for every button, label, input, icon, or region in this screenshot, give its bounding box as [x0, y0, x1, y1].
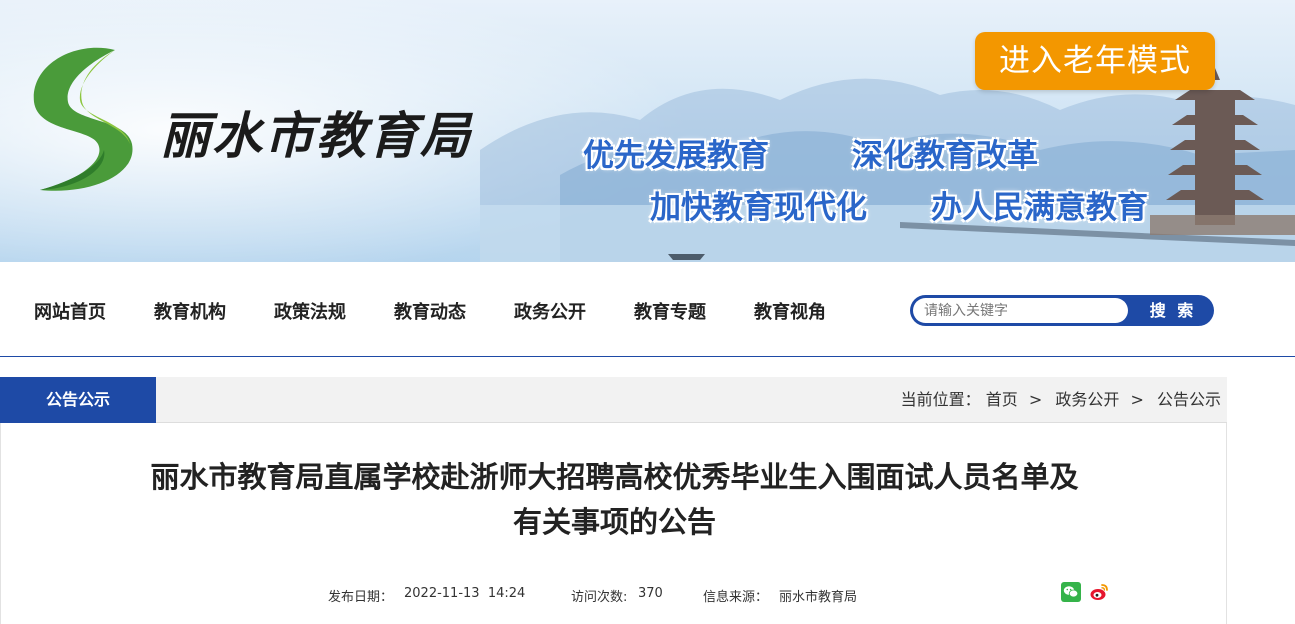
slogan-3: 加快教育现代化 [650, 190, 867, 226]
section-tab-announcements[interactable]: 公告公示 [0, 377, 156, 423]
site-title: 丽水市教育局 [160, 106, 472, 165]
search-input[interactable] [913, 298, 1128, 323]
breadcrumb-announcements[interactable]: 公告公示 [1157, 377, 1221, 423]
article: 丽水市教育局直属学校赴浙师大招聘高校优秀毕业生入围面试人员名单及 有关事项的公告… [0, 423, 1227, 624]
breadcrumb-separator: > [1130, 390, 1144, 409]
section-bar: 公告公示 当前位置： 首页 > 政务公开 > 公告公示 [0, 377, 1227, 423]
elder-mode-button[interactable]: 进入老年模式 [975, 32, 1215, 90]
source-label: 信息来源： [703, 590, 769, 605]
nav-item-gov-affairs[interactable]: 政务公开 [514, 298, 586, 324]
source-value: 丽水市教育局 [779, 590, 858, 605]
search-button[interactable]: 搜 索 [1132, 295, 1214, 326]
header-banner: 丽水市教育局 优先发展教育 深化教育改革 加快教育现代化 办人民满意教育 进入老… [0, 0, 1295, 262]
breadcrumb-separator: > [1028, 390, 1043, 409]
article-title-line-1: 丽水市教育局直属学校赴浙师大招聘高校优秀毕业生入围面试人员名单及 [150, 460, 1079, 494]
nav-item-news[interactable]: 教育动态 [394, 298, 466, 324]
breadcrumb-gov-affairs[interactable]: 政务公开 [1055, 377, 1119, 423]
nav-item-institutions[interactable]: 教育机构 [154, 298, 226, 324]
search-box: 搜 索 [910, 295, 1214, 326]
breadcrumb: 当前位置： 首页 > 政务公开 > 公告公示 [901, 377, 1221, 423]
main-nav: 网站首页 教育机构 政策法规 教育动态 政务公开 教育专题 教育视角 搜 索 [0, 262, 1295, 357]
breadcrumb-prefix: 当前位置： [900, 390, 981, 409]
nav-item-perspective[interactable]: 教育视角 [754, 298, 826, 324]
nav-item-home[interactable]: 网站首页 [34, 298, 106, 324]
weibo-icon[interactable] [1089, 582, 1109, 602]
article-title: 丽水市教育局直属学校赴浙师大招聘高校优秀毕业生入围面试人员名单及 有关事项的公告 [61, 455, 1168, 545]
publish-date-label: 发布日期： [328, 590, 394, 605]
publish-date: 2022-11-13 14:24 [404, 586, 526, 601]
breadcrumb-home[interactable]: 首页 [986, 377, 1018, 423]
slogan-2: 深化教育改革 [852, 138, 1038, 174]
wechat-icon[interactable] [1061, 582, 1081, 602]
views-count: 370 [638, 586, 663, 601]
views-label: 访问次数: [571, 590, 628, 605]
bureau-logo-icon [33, 47, 133, 191]
slogan-4: 办人民满意教育 [931, 190, 1148, 226]
nav-item-topics[interactable]: 教育专题 [634, 298, 706, 324]
slogan-1: 优先发展教育 [583, 138, 769, 174]
article-title-line-2: 有关事项的公告 [512, 505, 716, 539]
nav-item-policies[interactable]: 政策法规 [274, 298, 346, 324]
